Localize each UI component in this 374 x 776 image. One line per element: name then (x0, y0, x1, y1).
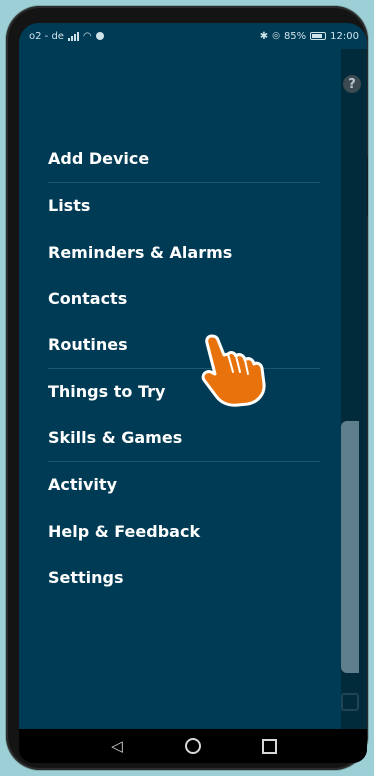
menu-item-settings[interactable]: Settings (48, 555, 320, 602)
battery-icon (310, 32, 327, 40)
menu-item-skills-games[interactable]: Skills & Games (48, 415, 320, 462)
signal-icon (67, 31, 79, 41)
recents-icon[interactable] (254, 731, 284, 761)
bluetooth-icon: ✱ (259, 30, 269, 42)
menu-item-help-feedback[interactable]: Help & Feedback (48, 508, 320, 555)
navigation-drawer: Add Device Lists Reminders & Alarms Cont… (19, 23, 341, 747)
menu-item-lists[interactable]: Lists (48, 183, 320, 230)
menu-item-add-device[interactable]: Add Device (48, 136, 320, 183)
clock: 12:00 (330, 30, 359, 42)
status-bar: o2 - de ◠ ✱ ◎ 85% 12:00 (19, 23, 367, 49)
menu-item-reminders-alarms[interactable]: Reminders & Alarms (48, 229, 320, 276)
pointer-hand-icon (201, 334, 266, 407)
menu-item-contacts[interactable]: Contacts (48, 276, 320, 323)
notification-icon (95, 32, 104, 40)
battery-percent: 85% (283, 30, 307, 42)
back-icon[interactable]: ◁ (102, 731, 132, 761)
location-icon: ◎ (272, 31, 280, 41)
background-panel (341, 421, 359, 673)
menu-item-things-to-try[interactable]: Things to Try (48, 369, 320, 416)
menu-list: Add Device Lists Reminders & Alarms Cont… (48, 136, 320, 601)
home-icon[interactable] (178, 731, 208, 761)
system-nav-bar: ◁ (19, 729, 367, 763)
help-icon[interactable]: ? (343, 75, 361, 93)
menu-item-routines[interactable]: Routines (48, 322, 320, 369)
wifi-icon: ◠ (82, 30, 92, 42)
phone-screen: o2 - de ◠ ✱ ◎ 85% 12:00 ? Add Device Lis… (19, 23, 367, 763)
phone-frame: o2 - de ◠ ✱ ◎ 85% 12:00 ? Add Device Lis… (6, 6, 368, 770)
menu-item-activity[interactable]: Activity (48, 462, 320, 509)
carrier-label: o2 - de (29, 30, 64, 42)
home-tab-icon (341, 693, 359, 711)
